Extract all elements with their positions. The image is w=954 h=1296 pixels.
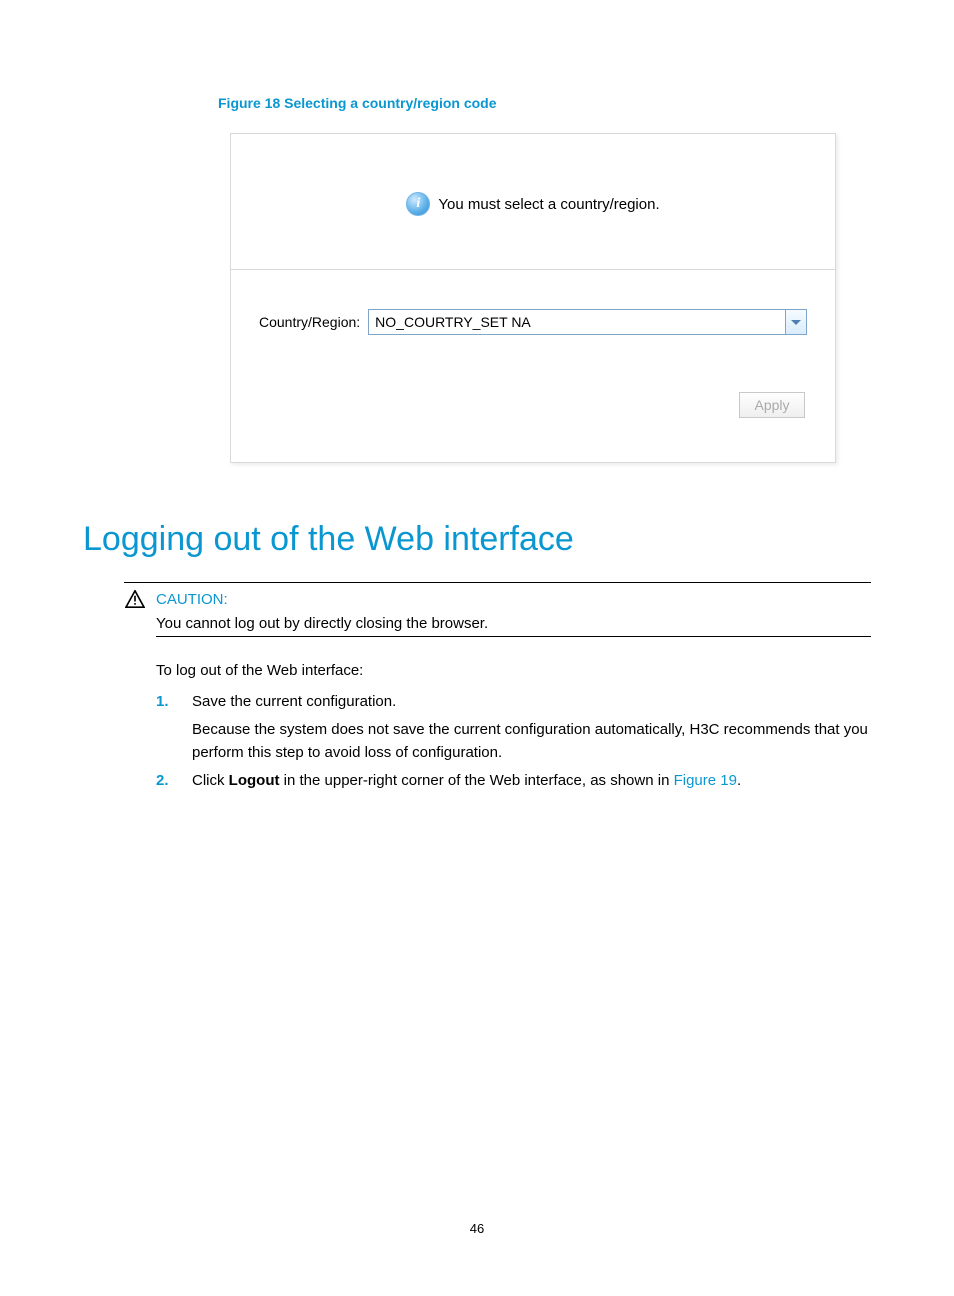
- figure-link[interactable]: Figure 19: [674, 772, 737, 789]
- chevron-down-icon: [791, 320, 801, 325]
- step-text-middle: in the upper-right corner of the Web int…: [279, 772, 673, 789]
- step-text-prefix: Click: [192, 772, 229, 789]
- step-subtext: Because the system does not save the cur…: [192, 719, 871, 764]
- section-heading: Logging out of the Web interface: [83, 520, 574, 559]
- caution-block: CAUTION: You cannot log out by directly …: [124, 582, 871, 637]
- figure-caption: Figure 18 Selecting a country/region cod…: [218, 95, 497, 111]
- country-region-label: Country/Region:: [259, 314, 360, 330]
- country-region-field: Country/Region: NO_COURTRY_SET NA: [259, 309, 807, 335]
- info-text: You must select a country/region.: [438, 196, 659, 213]
- list-item: 2. Click Logout in the upper-right corne…: [156, 770, 871, 793]
- list-item: 1. Save the current configuration. Becau…: [156, 691, 871, 765]
- step-text: Save the current configuration.: [192, 693, 396, 710]
- list-number: 2.: [156, 770, 174, 793]
- caution-text: You cannot log out by directly closing t…: [156, 615, 871, 637]
- apply-button[interactable]: Apply: [739, 392, 805, 418]
- select-value: NO_COURTRY_SET NA: [368, 309, 785, 335]
- panel-divider: [231, 269, 835, 270]
- step-text-bold: Logout: [229, 772, 280, 789]
- info-icon: i: [406, 192, 430, 216]
- list-number: 1.: [156, 691, 174, 765]
- warning-triangle-icon: [124, 589, 146, 609]
- country-region-panel: i You must select a country/region. Coun…: [230, 133, 836, 463]
- intro-text: To log out of the Web interface:: [156, 660, 871, 683]
- step-text-suffix: .: [737, 772, 741, 789]
- page-number: 46: [0, 1221, 954, 1236]
- info-row: i You must select a country/region.: [231, 184, 835, 224]
- select-dropdown-button[interactable]: [785, 309, 807, 335]
- caution-label: CAUTION:: [156, 591, 228, 608]
- body-text: To log out of the Web interface: 1. Save…: [156, 660, 871, 799]
- country-region-select[interactable]: NO_COURTRY_SET NA: [368, 309, 807, 335]
